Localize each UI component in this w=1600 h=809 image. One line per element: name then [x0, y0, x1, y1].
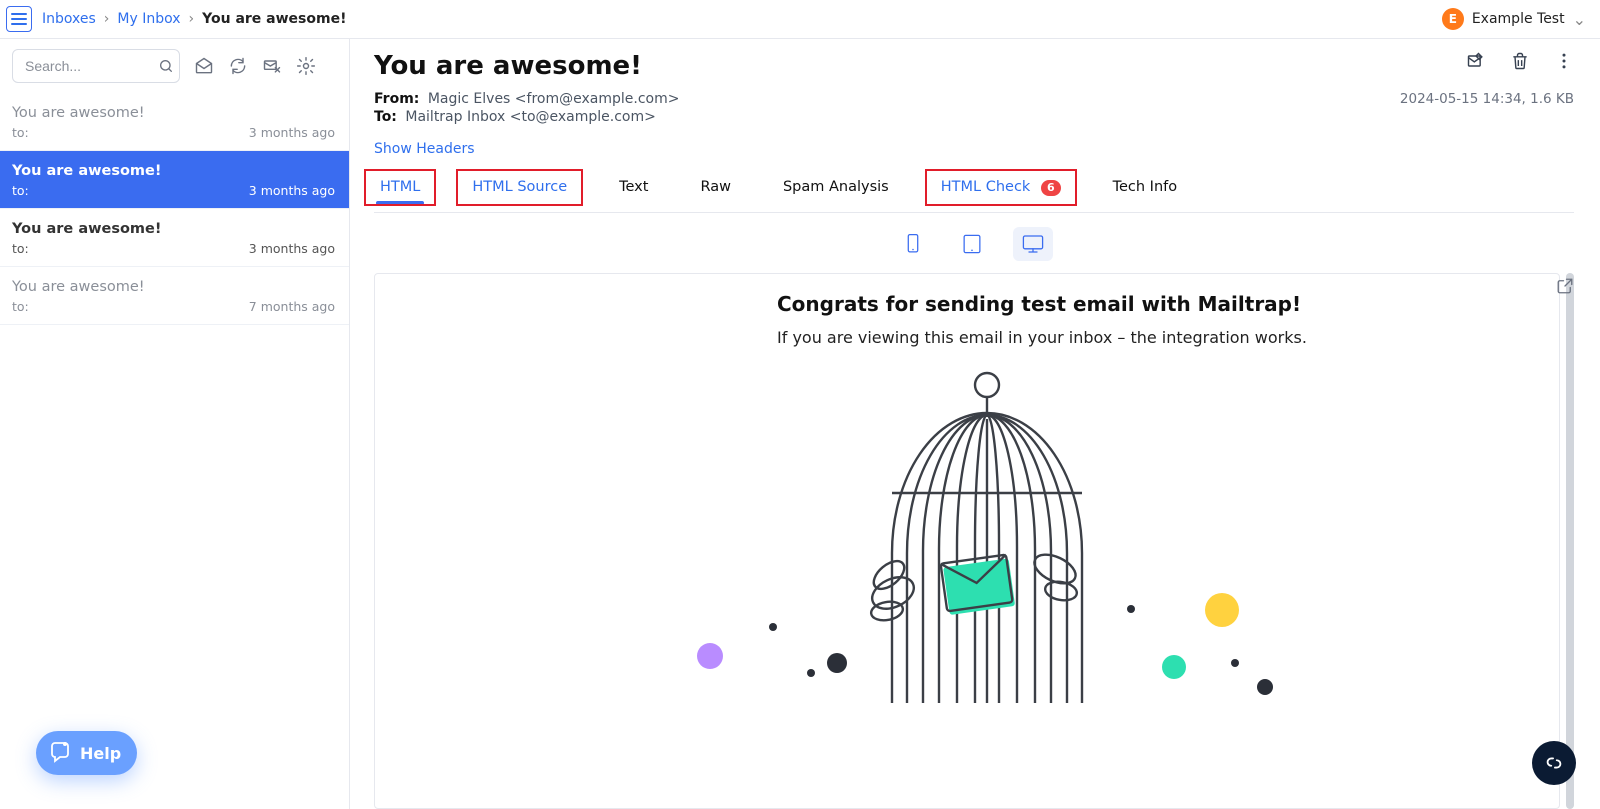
- message-list: You are awesome!to: 3 months agoYou are …: [0, 93, 349, 809]
- topbar: Inboxes › My Inbox › You are awesome! E …: [0, 0, 1600, 39]
- sweep-icon[interactable]: [262, 56, 282, 76]
- email-preview: Congrats for sending test email with Mai…: [374, 273, 1560, 809]
- from-value: Magic Elves <from@example.com>: [428, 91, 680, 107]
- account-menu[interactable]: E Example Test ⌄: [1442, 8, 1586, 30]
- chevron-down-icon: ⌄: [1573, 10, 1586, 29]
- tab-raw[interactable]: Raw: [694, 169, 737, 211]
- chat-icon: [48, 741, 72, 765]
- list-item-age: 7 months ago: [249, 299, 335, 314]
- list-item[interactable]: You are awesome! to: 3 months ago: [0, 151, 349, 209]
- tab-spam-analysis[interactable]: Spam Analysis: [777, 169, 895, 211]
- account-name: Example Test: [1472, 11, 1565, 27]
- trash-icon[interactable]: [1510, 51, 1530, 71]
- open-external-icon[interactable]: [1556, 277, 1574, 295]
- list-item[interactable]: You are awesome! to: 3 months ago: [0, 93, 349, 151]
- search-icon[interactable]: [158, 58, 174, 74]
- list-item-title: You are awesome!: [12, 105, 335, 121]
- message-list-panel: You are awesome!to: 3 months agoYou are …: [0, 39, 350, 809]
- to-label: To:: [374, 109, 397, 125]
- breadcrumb: Inboxes › My Inbox › You are awesome!: [42, 11, 346, 27]
- list-item-age: 3 months ago: [249, 183, 335, 198]
- search-input[interactable]: [12, 49, 180, 83]
- preview-body-text: If you are viewing this email in your in…: [777, 328, 1377, 347]
- menu-button[interactable]: [6, 6, 32, 32]
- message-viewer: You are awesome! From:: [350, 39, 1600, 809]
- list-item-to: to:: [12, 125, 29, 140]
- device-phone[interactable]: [895, 227, 931, 261]
- link-icon: [1543, 752, 1565, 774]
- compose-icon[interactable]: [1466, 51, 1486, 71]
- open-mail-icon[interactable]: [194, 56, 214, 76]
- chevron-right-icon: ›: [189, 11, 195, 27]
- list-item-to: to:: [12, 241, 29, 256]
- help-label: Help: [80, 744, 121, 763]
- timestamp-size: 2024-05-15 14:34, 1.6 KB: [1400, 91, 1574, 107]
- tab-text[interactable]: Text: [613, 169, 654, 211]
- list-toolbar: [0, 39, 349, 93]
- page-title: You are awesome!: [374, 51, 642, 81]
- device-desktop[interactable]: [1013, 227, 1053, 261]
- list-item-title: You are awesome!: [12, 221, 335, 237]
- more-icon[interactable]: [1554, 51, 1574, 71]
- from-label: From:: [374, 91, 419, 107]
- tab-html-source[interactable]: HTML Source: [466, 169, 573, 211]
- to-value: Mailtrap Inbox <to@example.com>: [405, 109, 655, 125]
- crumb-my-inbox[interactable]: My Inbox: [117, 11, 180, 27]
- scrollbar[interactable]: [1566, 273, 1574, 809]
- list-item-age: 3 months ago: [249, 241, 335, 256]
- list-item[interactable]: You are awesome! to: 7 months ago: [0, 267, 349, 325]
- chevron-right-icon: ›: [104, 11, 110, 27]
- avatar: E: [1442, 8, 1464, 30]
- tab-html-check[interactable]: HTML Check 6: [935, 169, 1067, 212]
- crumb-current: You are awesome!: [202, 11, 346, 27]
- launcher-button[interactable]: [1532, 741, 1576, 785]
- tab-html-check-label: HTML Check: [941, 179, 1031, 195]
- preview-heading: Congrats for sending test email with Mai…: [777, 292, 1377, 316]
- list-item[interactable]: You are awesome! to: 3 months ago: [0, 209, 349, 267]
- list-item-to: to:: [12, 183, 29, 198]
- tab-tech-info[interactable]: Tech Info: [1107, 169, 1184, 211]
- html-check-badge: 6: [1041, 180, 1061, 196]
- show-headers-link[interactable]: Show Headers: [374, 141, 1574, 157]
- device-tablet[interactable]: [953, 227, 991, 261]
- list-item-to: to:: [12, 299, 29, 314]
- list-item-title: You are awesome!: [12, 163, 335, 179]
- help-button[interactable]: Help: [36, 731, 137, 775]
- gear-icon[interactable]: [296, 56, 316, 76]
- birdcage-illustration: [657, 363, 1277, 703]
- menu-icon: [11, 12, 27, 26]
- tab-html[interactable]: HTML: [374, 169, 426, 211]
- list-item-title: You are awesome!: [12, 279, 335, 295]
- refresh-icon[interactable]: [228, 56, 248, 76]
- crumb-inboxes[interactable]: Inboxes: [42, 11, 96, 27]
- list-item-age: 3 months ago: [249, 125, 335, 140]
